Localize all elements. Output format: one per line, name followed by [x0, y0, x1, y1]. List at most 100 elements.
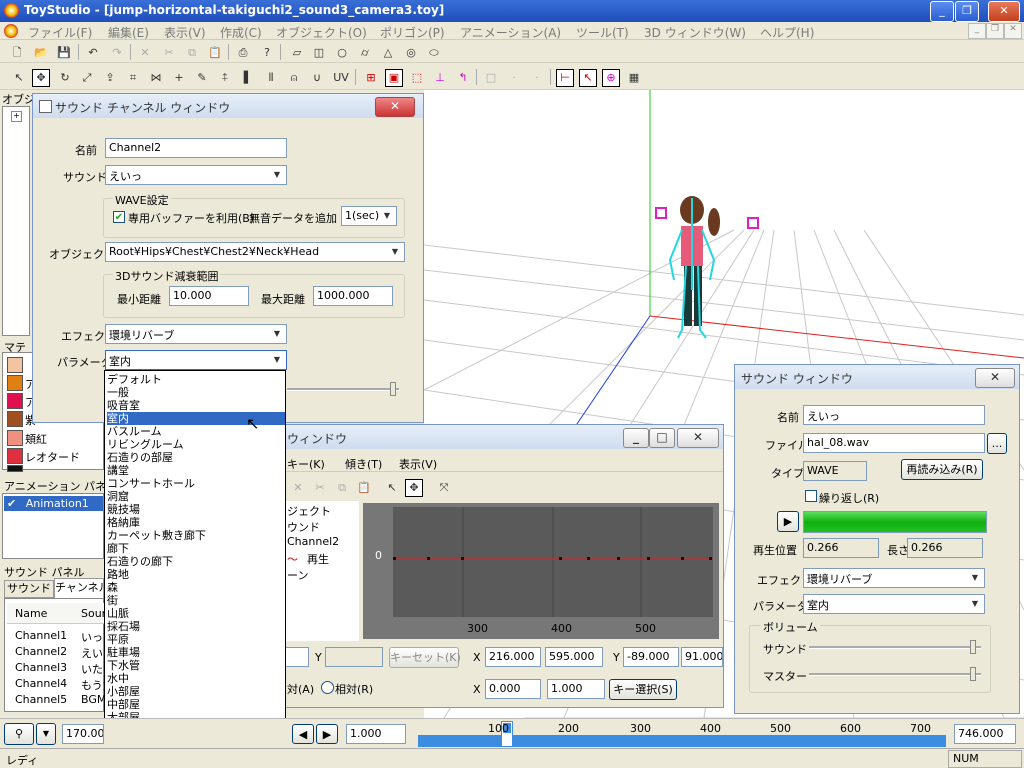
dropdown-option[interactable]: 下水管	[107, 659, 285, 672]
channel-sound-select[interactable]: えいっ	[105, 165, 287, 185]
knife-icon[interactable]: ✎	[193, 69, 211, 87]
anim-menu-view[interactable]: 表示(V)	[399, 456, 437, 472]
loop-checkbox[interactable]	[805, 490, 817, 502]
master-volume-slider[interactable]	[809, 667, 981, 681]
dropdown-option[interactable]: 街	[107, 594, 285, 607]
cylinder-icon[interactable]: ⌭	[356, 44, 374, 62]
dropdown-option[interactable]: 平原	[107, 633, 285, 646]
channel-slider[interactable]	[287, 382, 399, 396]
axis-icon[interactable]: ⊥	[431, 69, 449, 87]
material-swatch[interactable]	[7, 430, 23, 446]
cube-icon[interactable]: ◫	[310, 44, 328, 62]
menu-3dwindow[interactable]: 3D ウィンドウ(W)	[644, 24, 746, 41]
silence-select[interactable]: 1(sec)	[341, 206, 397, 226]
sound-effect-select[interactable]: 環境リバーブ	[803, 568, 985, 588]
reload-button[interactable]: 再読み込み(R)	[901, 459, 983, 480]
ik-icon[interactable]: ↰	[454, 69, 472, 87]
frame-input[interactable]: 170.000	[62, 724, 104, 744]
relative-radio-label[interactable]: 相対(R)	[335, 681, 373, 697]
menu-create[interactable]: 作成(C)	[220, 24, 262, 41]
key-select-button[interactable]: キー選択(S)	[609, 679, 677, 700]
dropdown-option[interactable]: 水中	[107, 672, 285, 685]
torus-icon[interactable]: ◎	[402, 44, 420, 62]
sound-param-select[interactable]: 室内	[803, 594, 985, 614]
anim-close-button[interactable]: ✕	[677, 428, 719, 448]
keyset-button[interactable]: キーセット(K)	[389, 647, 461, 668]
dropdown-option[interactable]: 中部屋	[107, 698, 285, 711]
sphere-icon[interactable]: ○	[333, 44, 351, 62]
vertex-mode-icon[interactable]: ⬚	[408, 69, 426, 87]
mdi-restore-button[interactable]: ❐	[986, 23, 1004, 39]
anim-y-field-left[interactable]	[325, 647, 383, 667]
anim-minimize-button[interactable]: _	[623, 428, 649, 448]
dropdown-option[interactable]: 吸音室	[107, 399, 285, 412]
menu-help[interactable]: ヘルプ(H)	[760, 24, 814, 41]
add-point-icon[interactable]: +	[170, 69, 188, 87]
pivot-icon[interactable]: ⊕	[602, 69, 620, 87]
menu-object[interactable]: オブジェクト(O)	[276, 24, 367, 41]
cut-key-icon[interactable]: ✂	[311, 479, 329, 497]
prev-frame-button[interactable]: ◀	[292, 724, 314, 744]
dropdown-option[interactable]: 駐車場	[107, 646, 285, 659]
dropdown-option[interactable]: 採石場	[107, 620, 285, 633]
material-swatch[interactable]	[7, 375, 23, 391]
bend-icon[interactable]: ⋈	[147, 69, 165, 87]
select-arrow-icon[interactable]: ↖	[10, 69, 28, 87]
dropdown-option[interactable]: リビングルーム	[107, 438, 285, 451]
channel-name-input[interactable]: Channel2	[105, 138, 287, 158]
undo-icon[interactable]: ↶	[84, 44, 102, 62]
split-icon[interactable]: ▌	[239, 69, 257, 87]
animation-item[interactable]: ✔ Animation1	[4, 496, 103, 511]
dropdown-option[interactable]: 森	[107, 581, 285, 594]
delete-icon[interactable]: ✕	[136, 44, 154, 62]
channel-list[interactable]: Name Soun Channel1 いっく Channel2 えいっ Channe…	[4, 598, 114, 712]
browse-button[interactable]: ...	[987, 433, 1007, 454]
animation-list[interactable]: ✔ Animation1	[2, 493, 104, 559]
sound-volume-slider[interactable]	[809, 640, 981, 654]
tree-scene[interactable]: ーン	[287, 567, 308, 583]
anim-x2-value-2[interactable]: 1.000	[547, 679, 605, 699]
pin-dropdown-button[interactable]: ▼	[36, 723, 56, 745]
dropdown-option[interactable]: カーペット敷き廊下	[107, 529, 285, 542]
tree-object[interactable]: ジェクト	[287, 503, 331, 519]
menu-file[interactable]: ファイル(F)	[28, 24, 92, 41]
print-icon[interactable]: ⎙	[234, 44, 252, 62]
paste-icon[interactable]: 📋	[206, 44, 224, 62]
tree-expand-icon[interactable]: +	[11, 111, 22, 122]
pin-button[interactable]: ⚲	[4, 723, 34, 745]
box-mode-icon[interactable]: ▣	[385, 69, 403, 87]
mdi-close-button[interactable]: ✕	[1004, 23, 1022, 39]
copy-key-icon[interactable]: ⧉	[333, 479, 351, 497]
redo-icon[interactable]: ↷	[108, 44, 126, 62]
anim-x2-value-1[interactable]: 0.000	[485, 679, 541, 699]
next-frame-button[interactable]: ▶	[316, 724, 338, 744]
new-file-icon[interactable]: 🗋	[8, 44, 26, 62]
tree-play[interactable]: 再生	[307, 551, 329, 567]
uv-icon[interactable]: UV	[330, 69, 352, 87]
anim-menu-tilt[interactable]: 傾き(T)	[345, 456, 382, 472]
channel-effect-select[interactable]: 環境リバーブ	[105, 324, 287, 344]
maximize-button[interactable]: ❐	[955, 1, 979, 22]
col-name[interactable]: Name	[15, 607, 47, 620]
object-tree[interactable]: +	[2, 106, 30, 336]
material-swatch[interactable]	[7, 393, 23, 409]
cut-icon[interactable]: ✂	[160, 44, 178, 62]
anim-menu-key[interactable]: キー(K)	[287, 456, 325, 472]
menu-edit[interactable]: 編集(E)	[108, 24, 149, 41]
anim-x-value-1[interactable]: 216.000	[485, 647, 541, 667]
weld-icon[interactable]: ∪	[308, 69, 326, 87]
close-button[interactable]: ✕	[988, 1, 1020, 22]
sound-file-input[interactable]: hal_08.wav	[803, 433, 985, 453]
open-folder-icon[interactable]: 📂	[32, 44, 50, 62]
channel-window-close-button[interactable]: ✕	[375, 97, 415, 117]
tab-sound[interactable]: サウンド	[4, 580, 54, 598]
save-icon[interactable]: 💾	[55, 44, 73, 62]
anim-x-value-2[interactable]: 595.000	[545, 647, 603, 667]
grid-icon[interactable]: ▦	[625, 69, 643, 87]
dropdown-option[interactable]: 格納庫	[107, 516, 285, 529]
dropdown-option[interactable]: デフォルト	[107, 373, 285, 386]
dropdown-option[interactable]: 一般	[107, 386, 285, 399]
menu-polygon[interactable]: ポリゴン(P)	[380, 24, 445, 41]
delete-key-icon[interactable]: ✕	[289, 479, 307, 497]
menu-view[interactable]: 表示(V)	[164, 24, 206, 41]
